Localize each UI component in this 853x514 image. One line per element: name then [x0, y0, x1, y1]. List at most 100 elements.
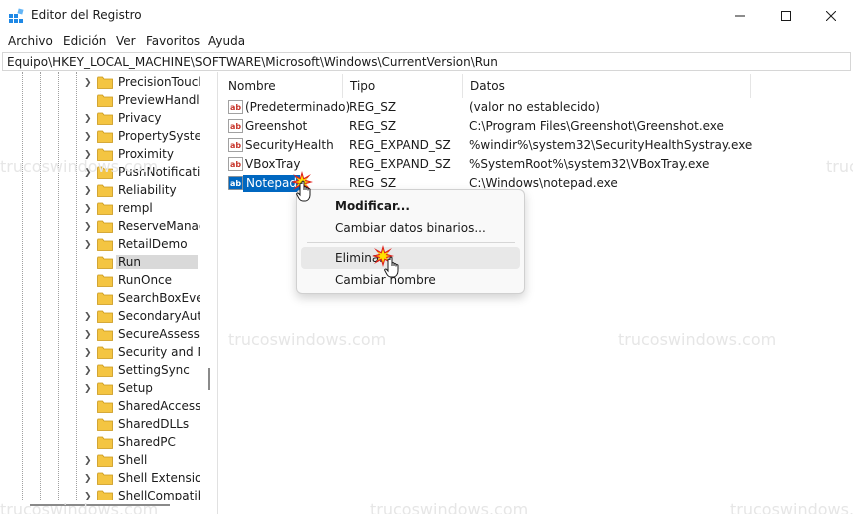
tree-item[interactable]: ❯ rempl — [0, 200, 200, 218]
value-row[interactable]: ab SecurityHealth REG_EXPAND_SZ %windir%\sy… — [221, 136, 853, 155]
tree-item[interactable]: SharedAccess — [0, 398, 200, 416]
tree-item[interactable]: ❯ Shell — [0, 452, 200, 470]
tree-item[interactable]: RunOnce — [0, 272, 200, 290]
menu-ayuda[interactable]: Ayuda — [208, 34, 245, 48]
close-button[interactable] — [808, 0, 853, 32]
tree-item[interactable]: ❯ SecondaryAuth — [0, 308, 200, 326]
address-bar[interactable]: Equipo\HKEY_LOCAL_MACHINE\SOFTWARE\Micro… — [2, 52, 851, 71]
tree-item-label: Security and M — [118, 345, 200, 359]
folder-icon — [97, 130, 113, 143]
string-value-icon: ab — [228, 138, 243, 152]
tree-item-label: SearchBoxEven — [118, 291, 200, 305]
watermark: trucoswindows.com — [826, 157, 853, 176]
value-data: %windir%\system32\SecurityHealthSystray.… — [469, 138, 753, 152]
folder-icon — [97, 292, 113, 305]
value-data: (valor no establecido) — [469, 100, 600, 114]
watermark: trucoswindows.com — [228, 330, 387, 349]
chevron-right-icon[interactable]: ❯ — [84, 365, 94, 377]
value-row[interactable]: ab VBoxTray REG_EXPAND_SZ %SystemRoot%\syst… — [221, 155, 853, 174]
value-data: C:\Windows\notepad.exe — [469, 176, 618, 190]
value-name: Greenshot — [245, 119, 308, 133]
folder-icon — [97, 184, 113, 197]
chevron-right-icon[interactable]: ❯ — [84, 113, 94, 125]
folder-icon — [97, 400, 113, 413]
value-row[interactable]: ab (Predeterminado) REG_SZ (valor no establ… — [221, 98, 853, 117]
registry-editor-icon — [9, 8, 24, 23]
folder-icon — [97, 94, 113, 107]
tree-item-label: SharedAccess — [118, 399, 200, 413]
tree-item-label: PrecisionTouch — [118, 75, 200, 89]
value-type: REG_SZ — [349, 176, 397, 190]
tree-item[interactable]: SharedDLLs — [0, 416, 200, 434]
folder-icon — [97, 382, 113, 395]
menu-archivo[interactable]: Archivo — [8, 34, 53, 48]
chevron-right-icon[interactable]: ❯ — [84, 473, 94, 485]
list-header: Nombre Tipo Datos — [221, 74, 853, 98]
tree-item-label: Shell — [118, 453, 148, 467]
tree-item[interactable]: ❯ Security and M — [0, 344, 200, 362]
tree-item-label: rempl — [118, 201, 153, 215]
chevron-right-icon[interactable]: ❯ — [84, 131, 94, 143]
menu-ver[interactable]: Ver — [116, 34, 136, 48]
column-header-tipo[interactable]: Tipo — [343, 74, 463, 98]
tree-item-label: Run — [116, 255, 198, 269]
menu-cambiar-datos-binarios[interactable]: Cambiar datos binarios... — [301, 217, 520, 239]
maximize-button[interactable] — [763, 0, 809, 32]
folder-icon — [97, 328, 113, 341]
column-header-nombre[interactable]: Nombre — [221, 74, 343, 98]
tree-item[interactable]: ❯ Setup — [0, 380, 200, 398]
string-value-icon: ab — [228, 100, 243, 114]
tree-item-label: ReserveManage — [118, 219, 200, 233]
tree-item[interactable]: ❯ Reliability — [0, 182, 200, 200]
column-header-datos[interactable]: Datos — [463, 74, 751, 98]
menu-favoritos[interactable]: Favoritos — [146, 34, 200, 48]
address-path: Equipo\HKEY_LOCAL_MACHINE\SOFTWARE\Micro… — [7, 55, 498, 69]
watermark: trucoswindows.com — [618, 330, 777, 349]
svg-text:ab: ab — [230, 141, 241, 150]
tree-item[interactable]: PreviewHandle — [0, 92, 200, 110]
value-type: REG_EXPAND_SZ — [349, 138, 451, 152]
tree-vertical-scrollbar[interactable] — [202, 72, 216, 502]
hand-cursor-icon — [296, 180, 311, 202]
tree-item[interactable]: ❯ ReserveManage — [0, 218, 200, 236]
chevron-right-icon[interactable]: ❯ — [84, 329, 94, 341]
tree-item[interactable]: SearchBoxEven — [0, 290, 200, 308]
value-row[interactable]: ab Greenshot REG_SZ C:\Program Files\Greens… — [221, 117, 853, 136]
watermark: trucoswindows.com — [0, 500, 159, 514]
menu-bar: Archivo Edición Ver Favoritos Ayuda — [0, 32, 853, 52]
minimize-button[interactable] — [717, 0, 763, 32]
tree-item[interactable]: ❯ Shell Extension — [0, 470, 200, 488]
tree-item-label: Reliability — [118, 183, 177, 197]
value-type: REG_SZ — [349, 100, 397, 114]
folder-icon — [97, 346, 113, 359]
chevron-right-icon[interactable]: ❯ — [84, 77, 94, 89]
menu-modificar[interactable]: Modificar... — [301, 195, 520, 217]
menu-edicion[interactable]: Edición — [63, 34, 106, 48]
menu-cambiar-nombre[interactable]: Cambiar nombre — [301, 269, 520, 291]
chevron-right-icon[interactable]: ❯ — [84, 383, 94, 395]
tree-item-label: Shell Extension — [118, 471, 200, 485]
tree-item[interactable]: ❯ RetailDemo — [0, 236, 200, 254]
chevron-right-icon[interactable]: ❯ — [84, 221, 94, 233]
chevron-right-icon[interactable]: ❯ — [84, 185, 94, 197]
chevron-right-icon[interactable]: ❯ — [84, 311, 94, 323]
tree-item[interactable]: SharedPC — [0, 434, 200, 452]
chevron-right-icon[interactable]: ❯ — [84, 347, 94, 359]
chevron-right-icon[interactable]: ❯ — [84, 455, 94, 467]
tree-item[interactable]: Run — [0, 254, 200, 272]
chevron-right-icon[interactable]: ❯ — [84, 239, 94, 251]
chevron-right-icon[interactable]: ❯ — [84, 203, 94, 215]
tree-item[interactable]: ❯ SettingSync — [0, 362, 200, 380]
folder-icon — [97, 418, 113, 431]
tree-item-label: SecureAssessm — [118, 327, 200, 341]
menu-eliminar[interactable]: Eliminar — [301, 247, 520, 269]
string-value-icon: ab — [228, 176, 243, 190]
tree-item[interactable]: ❯ PrecisionTouch — [0, 74, 200, 92]
scroll-thumb[interactable] — [208, 368, 210, 390]
folder-icon — [97, 472, 113, 485]
folder-icon — [97, 238, 113, 251]
tree-item[interactable]: ❯ SecureAssessm — [0, 326, 200, 344]
tree-item[interactable]: ❯ Privacy — [0, 110, 200, 128]
tree-item[interactable]: ❯ PropertySystem — [0, 128, 200, 146]
string-value-icon: ab — [228, 157, 243, 171]
